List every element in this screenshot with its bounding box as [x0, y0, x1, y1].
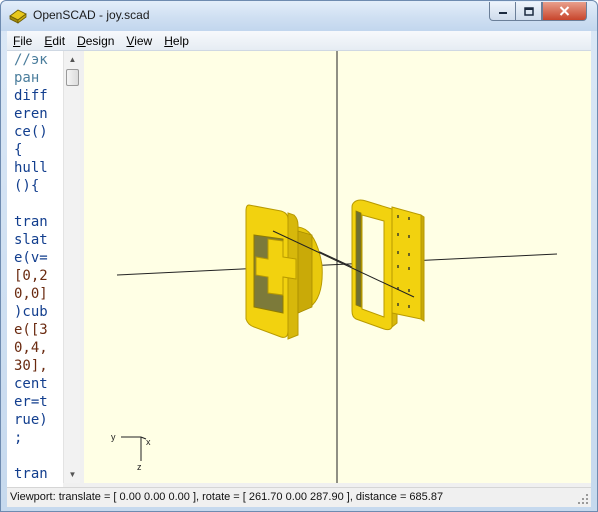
code-line[interactable] — [7, 447, 63, 465]
code-line[interactable]: ран — [7, 69, 63, 87]
menu-design[interactable]: Design — [71, 34, 120, 48]
code-line[interactable]: er=t — [7, 393, 63, 411]
maximize-icon — [523, 6, 534, 16]
viewport-status-text: Viewport: translate = [ 0.00 0.00 0.00 ]… — [10, 491, 444, 503]
menu-help-label: elp — [172, 33, 189, 48]
close-icon — [559, 6, 570, 16]
render-canvas: y x z — [111, 51, 558, 483]
code-line[interactable]: rue) — [7, 411, 63, 429]
code-line[interactable]: ; — [7, 429, 63, 447]
code-line[interactable]: 30], — [7, 357, 63, 375]
code-line[interactable]: diff — [7, 87, 63, 105]
3d-viewport[interactable]: y x z — [84, 51, 591, 483]
code-line[interactable]: //эк — [7, 51, 63, 69]
main-area: //эк ран diff eren ce(){hull(){tran slat e(v=[… — [7, 51, 591, 487]
code-line[interactable]: slat — [7, 231, 63, 249]
plate-hole — [397, 303, 399, 306]
axis-label-x: x — [146, 437, 151, 447]
menu-help-mnemonic: H — [164, 33, 173, 48]
window-title: OpenSCAD - joy.scad — [33, 8, 150, 22]
resize-grip-icon[interactable] — [577, 493, 589, 505]
menu-help[interactable]: Help — [158, 34, 195, 48]
plate-hole — [408, 267, 410, 270]
maximize-button[interactable] — [516, 2, 542, 21]
editor-scrollbar[interactable]: ▲ ▼ — [63, 51, 80, 483]
code-line[interactable]: 0,0] — [7, 285, 63, 303]
scroll-down-arrow-icon[interactable]: ▼ — [64, 466, 81, 483]
openscad-window: OpenSCAD - joy.scad File Edit Design Vie… — [0, 0, 598, 512]
code-line[interactable]: hull — [7, 159, 63, 177]
menu-file-label: ile — [20, 33, 33, 48]
menu-edit-label: dit — [52, 33, 66, 48]
code-line[interactable]: eren — [7, 105, 63, 123]
code-line[interactable]: )cub — [7, 303, 63, 321]
code-line[interactable]: cent — [7, 375, 63, 393]
scroll-up-arrow-icon[interactable]: ▲ — [64, 51, 81, 68]
code-line[interactable] — [7, 195, 63, 213]
plate-hole — [408, 253, 410, 256]
plate-hole — [397, 215, 399, 218]
plate-hole — [397, 233, 399, 236]
code-line[interactable]: e(v= — [7, 249, 63, 267]
menu-bar: File Edit Design View Help — [7, 31, 591, 51]
code-line[interactable]: e([3 — [7, 321, 63, 339]
code-editor[interactable]: //эк ран diff eren ce(){hull(){tran slat e(v=[… — [7, 51, 63, 487]
menu-design-label: esign — [85, 33, 115, 48]
close-button[interactable] — [542, 2, 587, 21]
axis-label-y: y — [111, 432, 116, 442]
code-line[interactable]: { — [7, 141, 63, 159]
code-line[interactable]: tran — [7, 213, 63, 231]
menu-view-label: iew — [134, 33, 153, 48]
scrollbar-thumb[interactable] — [66, 69, 79, 86]
axes-indicator-icon: y x z — [111, 432, 151, 472]
title-bar[interactable]: OpenSCAD - joy.scad — [1, 1, 597, 31]
code-line[interactable]: (){ — [7, 177, 63, 195]
menu-view[interactable]: View — [120, 34, 158, 48]
code-line[interactable]: ce() — [7, 123, 63, 141]
menu-design-mnemonic: D — [77, 33, 86, 48]
plate-hole — [408, 305, 410, 308]
code-line[interactable]: 0,4, — [7, 339, 63, 357]
model-right-plate — [391, 206, 425, 322]
plate-hole — [408, 217, 410, 220]
axis-label-z: z — [137, 462, 142, 472]
code-line[interactable]: [0,2 — [7, 267, 63, 285]
plate-hole — [397, 251, 399, 254]
menu-edit[interactable]: Edit — [38, 34, 71, 48]
plate-hole — [408, 235, 410, 238]
menu-file[interactable]: File — [7, 34, 38, 48]
model-left-part — [245, 204, 323, 340]
openscad-logo-icon — [9, 9, 27, 24]
code-line[interactable]: tran — [7, 465, 63, 483]
model-frame — [351, 199, 398, 331]
plate-hole — [408, 289, 410, 292]
minimize-button[interactable] — [489, 2, 516, 21]
plate-hole — [397, 265, 399, 268]
status-bar: Viewport: translate = [ 0.00 0.00 0.00 ]… — [7, 487, 591, 507]
minimize-icon — [498, 12, 507, 14]
